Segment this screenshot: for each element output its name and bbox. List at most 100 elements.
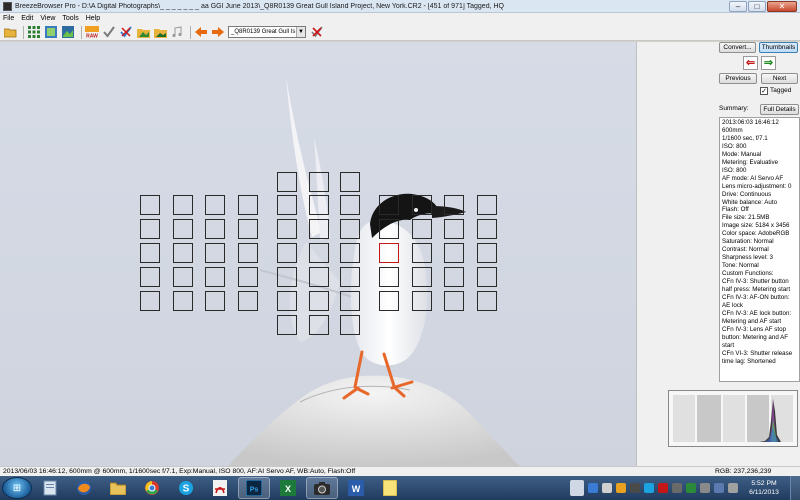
word-icon[interactable]: W — [340, 477, 372, 499]
firefox-icon[interactable] — [68, 477, 100, 499]
info-line: Sharpness level: 3 — [722, 254, 773, 262]
previous-image-icon[interactable]: ⇐ — [743, 56, 758, 70]
af-point — [477, 291, 497, 311]
tray-skype-icon[interactable] — [644, 483, 654, 493]
show-desktop-button[interactable] — [790, 476, 800, 500]
folder-image-alt-icon[interactable] — [153, 26, 167, 39]
file-select-dropdown[interactable]: _Q8R0139 Great Gull Is ▼ — [228, 26, 306, 38]
summary-label: Summary: — [719, 105, 749, 112]
tray-app-icon[interactable] — [588, 483, 598, 493]
folder-icon[interactable] — [102, 477, 134, 499]
image-viewer[interactable] — [0, 42, 636, 466]
folder-image-icon[interactable] — [136, 26, 150, 39]
menu-help[interactable]: Help — [86, 15, 100, 22]
image-view-icon[interactable] — [61, 26, 75, 39]
menu-edit[interactable]: Edit — [21, 15, 33, 22]
full-details-button[interactable]: Full Details — [760, 104, 799, 115]
af-point — [379, 267, 399, 287]
tray-camera-icon[interactable] — [630, 483, 640, 493]
clock-date: 6/11/2013 — [749, 489, 779, 496]
clock[interactable]: 5:52 PM 6/11/2013 — [740, 479, 788, 497]
svg-text:RAW: RAW — [86, 34, 98, 39]
exif-info-box: 2013:06:03 16:46:12 600mm 1/1600 sec, f/… — [719, 117, 800, 382]
af-point — [309, 267, 329, 287]
af-point — [340, 195, 360, 215]
chrome-icon[interactable] — [136, 477, 168, 499]
chevron-down-icon: ▼ — [296, 27, 305, 37]
previous-button[interactable]: Previous — [719, 73, 757, 84]
af-point — [173, 219, 193, 239]
info-line: AF mode: AI Servo AF — [722, 174, 784, 182]
info-line: 2013:06:03 16:46:12 — [722, 119, 779, 126]
tagged-checkbox[interactable]: ✓ — [760, 87, 768, 95]
convert-button[interactable]: Convert... — [719, 42, 756, 53]
info-line: CFn IV-3: Shutter button half press: Met… — [722, 278, 791, 294]
info-line: Metering: Evaluative — [722, 158, 779, 166]
af-point — [379, 219, 399, 239]
info-line: Saturation: Normal — [722, 238, 774, 246]
camera-app-icon[interactable] — [306, 477, 338, 499]
af-point — [340, 243, 360, 263]
af-point — [277, 243, 297, 263]
af-point — [309, 172, 329, 192]
notes-icon[interactable] — [374, 477, 406, 499]
open-folder-icon[interactable] — [3, 26, 17, 39]
file-select-value: _Q8R0139 Great Gull Is — [231, 29, 296, 35]
tray-keyboard-icon[interactable] — [602, 483, 612, 493]
untag-icon[interactable] — [119, 26, 133, 39]
info-line: Flash: Off — [722, 206, 749, 214]
info-line: CFn VI-3: Shutter release time lag: Shor… — [722, 349, 793, 365]
next-button[interactable]: Next — [761, 73, 798, 84]
info-line: File size: 21.5MB — [722, 214, 770, 222]
thumbnails-grid-icon[interactable] — [27, 26, 41, 39]
tray-usb-icon[interactable] — [700, 483, 710, 493]
af-point — [205, 267, 225, 287]
tray-sync-icon[interactable] — [616, 483, 626, 493]
previous-arrow-icon[interactable] — [194, 26, 208, 39]
minimize-button[interactable]: – — [729, 0, 747, 12]
menu-view[interactable]: View — [40, 15, 55, 22]
histogram — [668, 390, 798, 447]
tray-update-icon[interactable] — [686, 483, 696, 493]
af-point — [412, 267, 432, 287]
af-point — [309, 219, 329, 239]
menu-file[interactable]: File — [3, 15, 14, 22]
maximize-button[interactable]: □ — [748, 0, 766, 12]
close-button[interactable]: ✕ — [767, 0, 797, 12]
af-point — [277, 315, 297, 335]
filmstrip-icon[interactable] — [44, 26, 58, 39]
thumbnails-button[interactable]: Thumbnails — [759, 42, 798, 53]
info-line: CFn IV-3: AE lock button: Metering and A… — [722, 309, 792, 325]
af-point — [238, 267, 258, 287]
start-button[interactable]: ⊞ — [2, 477, 32, 499]
tray-security-icon[interactable] — [658, 483, 668, 493]
tag-check-icon[interactable] — [102, 26, 116, 39]
menu-bar: File Edit View Tools Help — [0, 13, 800, 24]
tray-printer-icon[interactable] — [672, 483, 682, 493]
audio-note-icon[interactable] — [170, 26, 184, 39]
tray-network-icon[interactable] — [714, 483, 724, 493]
af-point — [277, 267, 297, 287]
af-point — [477, 243, 497, 263]
photoshop-icon[interactable]: Ps — [238, 477, 270, 499]
excel-icon[interactable]: X — [272, 477, 304, 499]
menu-tools[interactable]: Tools — [62, 15, 78, 22]
status-bar: 2013/06/03 16:46:12, 600mm @ 600mm, 1/16… — [0, 466, 800, 476]
acrobat-icon[interactable] — [204, 477, 236, 499]
skype-icon[interactable]: S — [170, 477, 202, 499]
next-arrow-icon[interactable] — [211, 26, 225, 39]
file-manager-icon[interactable] — [34, 477, 66, 499]
af-point — [238, 243, 258, 263]
status-rgb: RGB: 237,236,239 — [715, 468, 772, 475]
taskbar: ⊞ S Ps X W 5:52 PM 6/11/2013 — [0, 476, 800, 500]
svg-text:S: S — [183, 484, 190, 495]
af-point — [379, 291, 399, 311]
clear-tag-icon[interactable] — [310, 26, 324, 39]
svg-text:Ps: Ps — [250, 487, 259, 494]
user-avatar-icon[interactable] — [570, 480, 584, 496]
tray-volume-icon[interactable] — [728, 483, 738, 493]
raw-icon[interactable]: RAW — [85, 26, 99, 39]
af-point — [140, 267, 160, 287]
next-image-icon[interactable]: ⇒ — [761, 56, 776, 70]
af-point — [140, 291, 160, 311]
